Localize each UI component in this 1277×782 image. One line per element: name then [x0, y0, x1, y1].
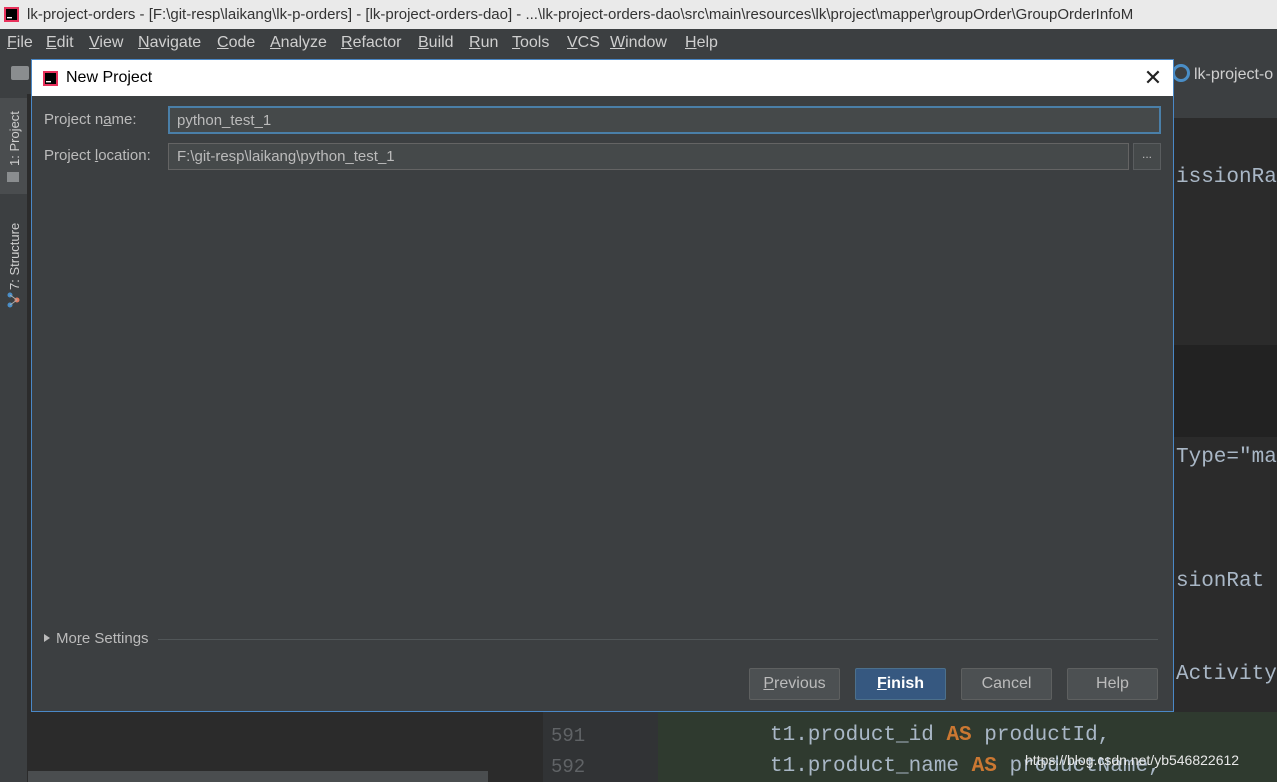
cancel-button[interactable]: Cancel [961, 668, 1052, 700]
tool-window-stripe [0, 94, 28, 782]
line-number-591: 591 [551, 725, 586, 747]
close-icon[interactable]: ✕ [1142, 66, 1164, 90]
intellij-logo-icon [43, 71, 58, 86]
more-settings-separator [158, 639, 1158, 640]
line-number-592: 592 [551, 756, 586, 778]
code-fragment-1: issionRa [1176, 166, 1277, 189]
project-location-label: Project location: [44, 147, 151, 164]
tool-tab-project[interactable]: 1: Project [0, 98, 27, 194]
menu-edit[interactable]: Edit [46, 29, 74, 57]
horizontal-scrollbar[interactable] [28, 771, 488, 782]
menu-tools[interactable]: Tools [512, 29, 549, 57]
window-title: lk-project-orders - [F:\git-resp\laikang… [27, 6, 1134, 23]
menu-vcs[interactable]: VCS [567, 29, 600, 57]
expand-arrow-icon [44, 634, 50, 642]
browse-button[interactable]: ... [1133, 143, 1161, 170]
menu-code[interactable]: Code [217, 29, 255, 57]
dialog-title-bar: New Project [32, 60, 1173, 96]
highlight-band [1174, 345, 1277, 437]
code-line-591: t1.product_id AS productId, [770, 724, 1111, 747]
code-fragment-3: sionRat [1176, 570, 1265, 593]
editor-tab-project[interactable]: lk-project-o [1172, 62, 1277, 88]
menu-build[interactable]: Build [418, 29, 454, 57]
module-icon [1172, 64, 1190, 82]
menu-refactor[interactable]: Refactor [341, 29, 401, 57]
editor-tab-label: lk-project-o [1194, 66, 1274, 83]
project-folder-icon [7, 172, 19, 182]
tool-tab-structure[interactable]: 7: Structure [0, 210, 27, 310]
folder-icon[interactable] [11, 66, 29, 80]
menu-navigate[interactable]: Navigate [138, 29, 201, 57]
dialog-title: New Project [66, 69, 153, 86]
intellij-logo-icon [4, 7, 19, 22]
previous-button[interactable]: Previous [749, 668, 840, 700]
code-fragment-2: Type="ma [1176, 446, 1277, 469]
more-settings-toggle[interactable]: More Settings [44, 630, 149, 647]
menu-analyze[interactable]: Analyze [270, 29, 327, 57]
tool-tab-project-label: 1: Project [7, 111, 22, 166]
structure-icon [7, 292, 20, 308]
project-location-input[interactable] [168, 143, 1129, 170]
watermark-url: https://blog.csdn.net/yb546822612 [1025, 752, 1240, 768]
tool-tab-structure-label: 7: Structure [7, 222, 22, 290]
menu-window[interactable]: Window [610, 29, 667, 57]
menu-bar: File Edit View Navigate Code Analyze Ref… [0, 29, 1277, 57]
menu-help[interactable]: Help [685, 29, 718, 57]
menu-run[interactable]: Run [469, 29, 498, 57]
project-name-label: Project name: [44, 111, 137, 128]
menu-file[interactable]: File [7, 29, 33, 57]
project-name-input[interactable] [168, 106, 1161, 134]
code-fragment-4: Activity [1176, 663, 1277, 686]
editor-tab-bar [1174, 94, 1277, 118]
finish-button[interactable]: Finish [855, 668, 946, 700]
help-button[interactable]: Help [1067, 668, 1158, 700]
window-title-bar: lk-project-orders - [F:\git-resp\laikang… [0, 0, 1277, 29]
menu-view[interactable]: View [89, 29, 123, 57]
